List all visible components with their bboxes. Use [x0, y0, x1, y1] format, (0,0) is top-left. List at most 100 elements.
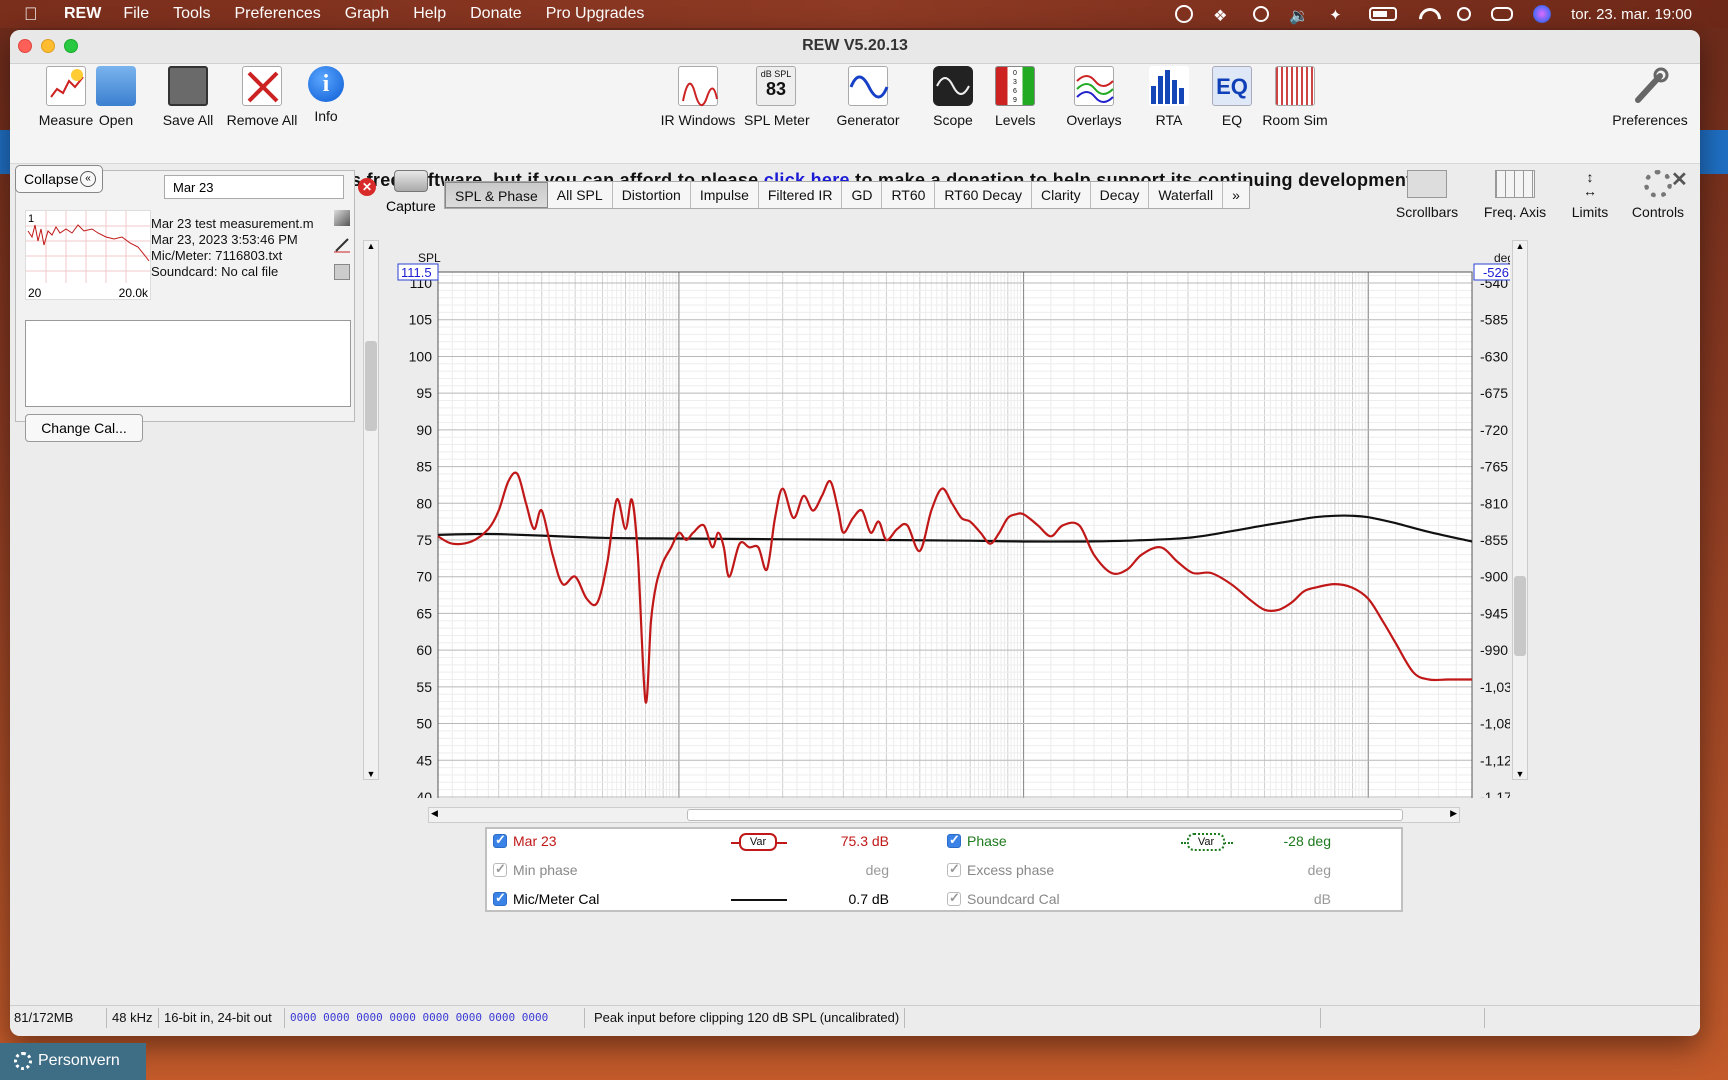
legend-row-excess-phase[interactable]: Excess phase — [947, 861, 1054, 882]
legend-row-soundcard-cal[interactable]: Soundcard Cal — [947, 890, 1060, 911]
delete-measurement-icon[interactable]: ✕ — [358, 178, 376, 196]
menu-tools[interactable]: Tools — [173, 5, 210, 23]
tab-gd[interactable]: GD — [842, 182, 883, 208]
freq-axis-button[interactable]: Freq. Axis — [1480, 170, 1550, 220]
checkbox-mar23[interactable] — [493, 832, 507, 848]
scrollbar-thumb[interactable] — [687, 809, 1403, 821]
tab-decay[interactable]: Decay — [1091, 182, 1150, 208]
volume-icon[interactable]: 🔉 — [1289, 6, 1309, 25]
room-sim-button[interactable]: Room Sim — [1260, 66, 1330, 128]
menu-help[interactable]: Help — [413, 5, 446, 23]
graph-left-vertical-scrollbar[interactable]: ▲ ▼ — [363, 240, 379, 780]
scrollbars-button[interactable]: Scrollbars — [1394, 170, 1460, 220]
menu-donate[interactable]: Donate — [470, 5, 522, 23]
spl-phase-graph[interactable]: 110105100959085807570656055504540-540-58… — [390, 226, 1510, 798]
tab-clarity[interactable]: Clarity — [1032, 182, 1091, 208]
ir-windows-button[interactable]: IR Windows — [658, 66, 738, 128]
personvern-button[interactable]: Personvern — [0, 1043, 146, 1080]
measurement-thumbnail[interactable]: 1 20 20.0k — [25, 210, 151, 300]
remove-all-button[interactable]: Remove All — [224, 66, 300, 128]
levels-button[interactable]: 0 3 6 9 Levels — [995, 66, 1035, 128]
menubar-clock[interactable]: tor. 23. mar. 19:00 — [1571, 6, 1692, 23]
tab-filtered-ir[interactable]: Filtered IR — [759, 182, 843, 208]
menu-pro-upgrades[interactable]: Pro Upgrades — [546, 5, 645, 23]
measurement-name-field[interactable]: Mar 23 — [164, 175, 344, 199]
spotlight-search-icon[interactable] — [1457, 7, 1472, 21]
checkbox-excess-phase[interactable] — [947, 861, 961, 877]
save-all-button[interactable]: Save All — [158, 66, 218, 128]
scroll-right-arrow-icon[interactable]: ▶ — [1450, 808, 1457, 819]
checkbox-min-phase[interactable] — [493, 861, 507, 877]
limits-button[interactable]: ↕ ↔ Limits — [1566, 170, 1614, 220]
checkbox-phase[interactable] — [947, 832, 961, 848]
tab-all-spl[interactable]: All SPL — [548, 182, 613, 208]
control-center-icon[interactable] — [1491, 7, 1514, 21]
info-button[interactable]: i Info — [306, 66, 346, 124]
scrollbar-thumb[interactable] — [1514, 576, 1526, 656]
graph-horizontal-scrollbar[interactable]: ◀ ▶ — [428, 807, 1460, 823]
open-button[interactable]: Open — [96, 66, 136, 128]
tab-spl-phase[interactable]: SPL & Phase — [445, 182, 548, 208]
eq-button[interactable]: EQ EQ — [1212, 66, 1252, 128]
scroll-up-arrow-icon[interactable]: ▲ — [1513, 241, 1527, 251]
tab-impulse[interactable]: Impulse — [691, 182, 759, 208]
legend-row-phase[interactable]: Phase — [947, 832, 1007, 853]
measurement-settings-icon[interactable] — [334, 210, 350, 226]
tab-waterfall[interactable]: Waterfall — [1149, 182, 1224, 208]
checkbox-mic-cal[interactable] — [493, 890, 507, 906]
legend-row-mic-cal[interactable]: Mic/Meter Cal — [493, 890, 599, 911]
tab-more[interactable]: » — [1223, 182, 1249, 208]
overlays-button[interactable]: Overlays — [1059, 66, 1129, 128]
spl-meter-button[interactable]: dB SPL 83 SPL Meter — [744, 66, 810, 128]
menu-file[interactable]: File — [123, 5, 149, 23]
siri-icon[interactable] — [1533, 5, 1552, 23]
capture-button[interactable]: Capture — [386, 170, 436, 214]
thumb-xmin-label: 20 — [28, 286, 42, 300]
var-badge-mar23[interactable]: Var — [739, 833, 777, 851]
time-machine-icon[interactable] — [1253, 6, 1270, 22]
measurement-info: Mar 23 test measurement.m Mar 23, 2023 3… — [151, 216, 314, 279]
wifi-icon[interactable] — [1417, 6, 1437, 22]
gear-icon — [14, 1052, 32, 1070]
scrollbars-icon — [1407, 170, 1447, 198]
apple-menu-icon[interactable]:  — [24, 4, 46, 25]
change-cal-button[interactable]: Change Cal... — [25, 414, 143, 442]
var-badge-phase[interactable]: Var — [1187, 833, 1225, 851]
generator-button[interactable]: Generator — [833, 66, 903, 128]
controls-button[interactable]: Controls — [1628, 170, 1688, 220]
legend-row-min-phase[interactable]: Min phase — [493, 861, 578, 882]
tab-rt60[interactable]: RT60 — [882, 182, 936, 208]
tab-distortion[interactable]: Distortion — [613, 182, 691, 208]
tab-rt60-decay[interactable]: RT60 Decay — [935, 182, 1032, 208]
room-sim-icon — [1275, 66, 1315, 106]
spl-meter-value: 83 — [765, 79, 787, 99]
scroll-left-arrow-icon[interactable]: ◀ — [431, 808, 438, 819]
legend-row-mar23[interactable]: Mar 23 — [493, 832, 557, 853]
measurement-notes-field[interactable] — [25, 320, 351, 407]
wrench-icon — [1630, 66, 1670, 106]
preferences-button[interactable]: Preferences — [1608, 66, 1692, 128]
collapse-button[interactable]: Collapse « — [15, 165, 103, 193]
rta-button[interactable]: RTA — [1149, 66, 1189, 128]
scrollbar-thumb[interactable] — [365, 341, 377, 431]
graph-right-vertical-scrollbar[interactable]: ▲ ▼ — [1512, 240, 1528, 780]
scroll-up-arrow-icon[interactable]: ▲ — [364, 241, 378, 251]
scope-button[interactable]: Scope — [933, 66, 973, 128]
y2-tick-label: -1,170 — [1480, 789, 1510, 798]
legend-line-mic-cal — [731, 899, 787, 901]
scroll-down-arrow-icon[interactable]: ▼ — [364, 769, 378, 779]
bluetooth-icon[interactable]: ✦ — [1329, 6, 1349, 24]
y2-tick-label: -720 — [1480, 422, 1508, 438]
measure-button[interactable]: Measure — [26, 66, 106, 128]
status-app-icon[interactable] — [1175, 5, 1194, 23]
notes-document-icon[interactable] — [334, 264, 350, 280]
checkbox-soundcard-cal[interactable] — [947, 890, 961, 906]
menu-preferences[interactable]: Preferences — [234, 5, 320, 23]
scroll-down-arrow-icon[interactable]: ▼ — [1513, 769, 1527, 779]
dropbox-icon[interactable]: ❖ — [1213, 6, 1233, 25]
battery-icon[interactable] — [1369, 7, 1398, 21]
menu-app-name[interactable]: REW — [64, 5, 101, 23]
graph-tabs: SPL & Phase All SPL Distortion Impulse F… — [444, 181, 1250, 209]
edit-pen-icon[interactable] — [334, 237, 350, 253]
menu-graph[interactable]: Graph — [345, 5, 389, 23]
